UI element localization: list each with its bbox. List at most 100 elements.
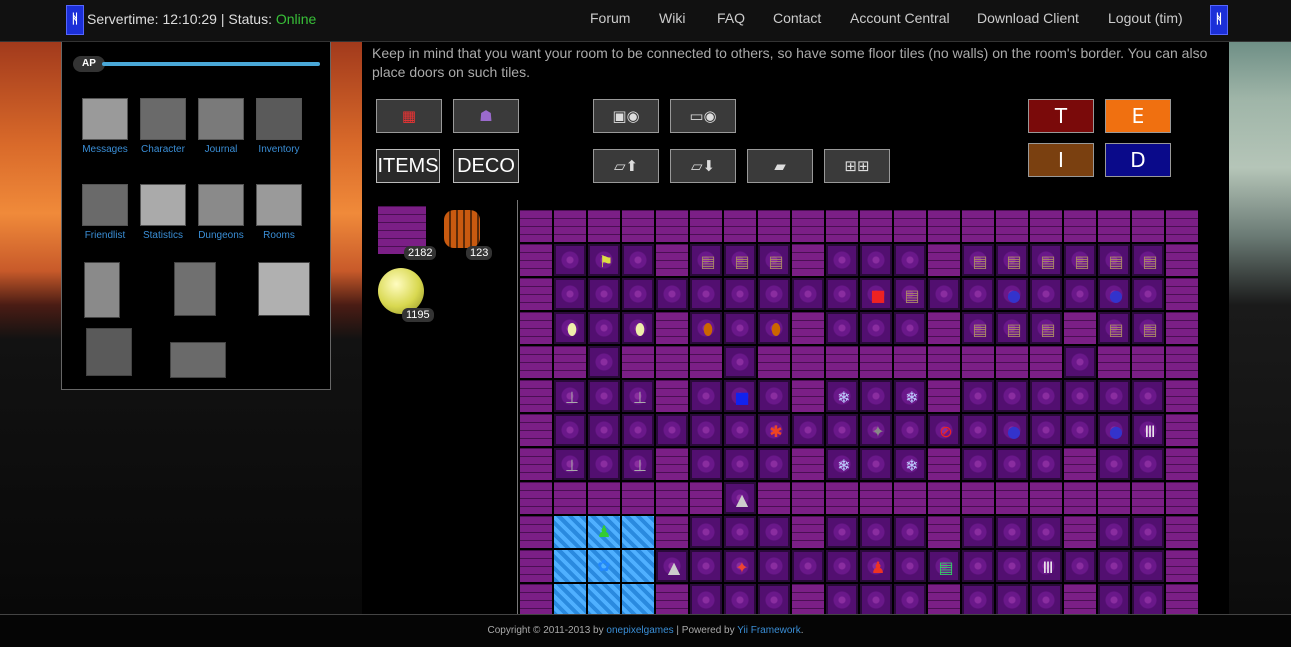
wall-tile[interactable] — [928, 584, 960, 616]
logo-icon[interactable]: ᚻ — [66, 5, 84, 35]
floor-tile[interactable] — [1098, 448, 1130, 480]
character-avatar-1[interactable] — [84, 262, 120, 318]
floor-tile[interactable]: ❄ — [826, 448, 858, 480]
wall-tile[interactable] — [928, 210, 960, 242]
wall-tile[interactable] — [656, 482, 688, 514]
wall-tile[interactable] — [792, 210, 824, 242]
floor-tile[interactable]: ▤ — [724, 244, 756, 276]
floor-tile[interactable]: ▤ — [928, 550, 960, 582]
floor-plane-button[interactable]: ▰ — [747, 149, 813, 183]
wall-tile[interactable] — [826, 210, 858, 242]
water-tile[interactable] — [554, 584, 586, 616]
floor-tile[interactable] — [1132, 278, 1164, 310]
floor-tile[interactable] — [860, 584, 892, 616]
wall-tile[interactable] — [962, 482, 994, 514]
wall-tile[interactable] — [1166, 414, 1198, 446]
floor-tile[interactable] — [1098, 380, 1130, 412]
floor-tile[interactable] — [996, 448, 1028, 480]
floor-tile[interactable] — [962, 550, 994, 582]
floor-tile[interactable]: ❄ — [894, 448, 926, 480]
floor-tile[interactable] — [690, 278, 722, 310]
floor-tile[interactable]: ● — [996, 278, 1028, 310]
nav-wiki[interactable]: Wiki — [659, 10, 685, 26]
floor-tile[interactable]: ⊥ — [622, 448, 654, 480]
nav-forum[interactable]: Forum — [590, 10, 630, 26]
wall-tile[interactable] — [1030, 482, 1062, 514]
wall-tile[interactable] — [792, 516, 824, 548]
menu-inventory[interactable]: Inventory — [247, 98, 311, 155]
floor-tile[interactable]: ▤ — [962, 244, 994, 276]
floor-tile[interactable] — [656, 414, 688, 446]
lower-floor-button[interactable]: ▱⬇ — [670, 149, 736, 183]
floor-tile[interactable]: ▤ — [1030, 244, 1062, 276]
wall-tile[interactable] — [928, 312, 960, 344]
wall-tile[interactable] — [1030, 346, 1062, 378]
palette-light-orb[interactable]: 1195 — [378, 268, 434, 322]
wall-tile[interactable] — [1064, 516, 1096, 548]
wall-tile[interactable] — [792, 584, 824, 616]
floor-tile[interactable] — [588, 448, 620, 480]
floor-tile[interactable] — [1064, 278, 1096, 310]
floor-tile[interactable] — [1030, 516, 1062, 548]
water-tile[interactable] — [622, 516, 654, 548]
wall-tile[interactable] — [656, 380, 688, 412]
wall-tile[interactable] — [1132, 210, 1164, 242]
floor-tile[interactable] — [690, 414, 722, 446]
floor-tile[interactable] — [962, 278, 994, 310]
floor-tile[interactable] — [758, 584, 790, 616]
floor-tile[interactable] — [690, 448, 722, 480]
floor-tile[interactable]: ⚑ — [588, 244, 620, 276]
menu-dungeons[interactable]: Dungeons — [189, 184, 253, 241]
floor-tile[interactable]: ▤ — [690, 244, 722, 276]
wall-tile[interactable] — [1166, 516, 1198, 548]
wall-tile[interactable] — [1166, 312, 1198, 344]
wall-tile[interactable] — [520, 380, 552, 412]
floor-tile[interactable] — [588, 278, 620, 310]
wall-tile[interactable] — [826, 346, 858, 378]
floor-tile[interactable]: ▤ — [996, 244, 1028, 276]
floor-tile[interactable] — [724, 278, 756, 310]
wall-tile[interactable] — [690, 482, 722, 514]
floor-tile[interactable]: ⊥ — [554, 380, 586, 412]
floor-tile[interactable] — [1132, 448, 1164, 480]
menu-friendlist[interactable]: Friendlist — [73, 184, 137, 241]
wall-tile[interactable] — [1098, 346, 1130, 378]
wall-tile[interactable] — [554, 210, 586, 242]
floor-tile[interactable] — [1030, 380, 1062, 412]
water-tile[interactable] — [622, 550, 654, 582]
floor-tile[interactable] — [690, 380, 722, 412]
wall-tile[interactable] — [792, 312, 824, 344]
floor-tile[interactable] — [1132, 550, 1164, 582]
wall-tile[interactable] — [554, 482, 586, 514]
floor-tile[interactable]: ▤ — [1132, 244, 1164, 276]
wall-tile[interactable] — [520, 550, 552, 582]
floor-tile[interactable]: ⊥ — [622, 380, 654, 412]
floor-tile[interactable]: ❄ — [826, 380, 858, 412]
wall-tile[interactable] — [520, 244, 552, 276]
wall-tile[interactable] — [1064, 448, 1096, 480]
floor-tile[interactable] — [554, 414, 586, 446]
wall-tile[interactable] — [928, 346, 960, 378]
wall-tile[interactable] — [928, 380, 960, 412]
wall-tile[interactable] — [1166, 482, 1198, 514]
menu-journal[interactable]: Journal — [189, 98, 253, 155]
nav-download-client[interactable]: Download Client — [977, 10, 1079, 26]
floor-tile[interactable] — [724, 516, 756, 548]
tiles-button[interactable]: ▦ — [376, 99, 442, 133]
monster-button[interactable]: ☗ — [453, 99, 519, 133]
deco-button[interactable]: DECO — [453, 149, 519, 183]
floor-tile[interactable]: ■ — [860, 278, 892, 310]
menu-statistics[interactable]: Statistics — [131, 184, 195, 241]
floor-tile[interactable] — [860, 380, 892, 412]
floor-tile[interactable] — [758, 516, 790, 548]
wall-tile[interactable] — [724, 210, 756, 242]
wall-tile[interactable] — [690, 346, 722, 378]
floor-tile[interactable] — [996, 380, 1028, 412]
wall-tile[interactable] — [1132, 346, 1164, 378]
floor-tile[interactable] — [724, 312, 756, 344]
wall-tile[interactable] — [1098, 482, 1130, 514]
floor-tile[interactable] — [622, 278, 654, 310]
floor-tile[interactable] — [758, 448, 790, 480]
wall-tile[interactable] — [894, 210, 926, 242]
floor-tile[interactable] — [826, 584, 858, 616]
